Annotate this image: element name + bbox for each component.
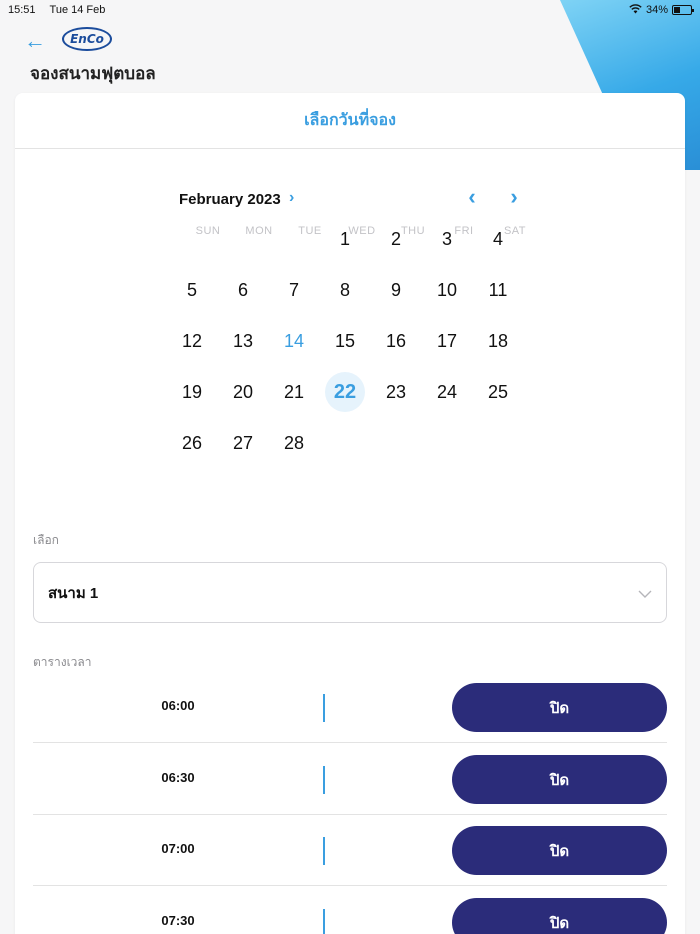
calendar-day[interactable]: 9: [376, 270, 416, 310]
calendar-day[interactable]: 28: [274, 423, 314, 463]
calendar-day[interactable]: 2: [376, 219, 416, 259]
battery-percent: 34%: [645, 4, 668, 16]
weekday-label: TUE: [298, 225, 322, 237]
field-select-dropdown[interactable]: สนาม 1: [33, 562, 667, 623]
calendar-day[interactable]: 16: [376, 321, 416, 361]
calendar-day[interactable]: 4: [478, 219, 518, 259]
calendar-day[interactable]: 21: [274, 372, 314, 412]
calendar-day-selected[interactable]: 22: [325, 372, 365, 412]
previous-month-icon[interactable]: ‹: [460, 185, 484, 209]
brand-logo: EnCo: [62, 27, 112, 51]
calendar: February 2023 › ‹ › SUN MON TUE WED THU …: [172, 185, 532, 454]
time-slot-status-button[interactable]: ปิด: [452, 755, 667, 804]
calendar-day[interactable]: 1: [325, 219, 365, 259]
weekday-label: MON: [245, 225, 273, 237]
status-date: Tue 14 Feb: [49, 4, 106, 16]
status-time: 15:51: [8, 4, 36, 16]
time-slot-divider: [323, 909, 325, 934]
time-slot-divider: [323, 837, 325, 865]
battery-icon: [672, 5, 694, 15]
page-title: จองสนามฟุตบอล: [30, 64, 156, 83]
time-slot-time: 07:30: [161, 913, 195, 928]
calendar-day[interactable]: 27: [223, 423, 263, 463]
calendar-day[interactable]: 6: [223, 270, 263, 310]
calendar-day[interactable]: 17: [427, 321, 467, 361]
calendar-day[interactable]: 23: [376, 372, 416, 412]
calendar-day[interactable]: 24: [427, 372, 467, 412]
status-bar: 15:51 Tue 14 Feb 34%: [0, 0, 700, 20]
logo-text: EnCo: [70, 32, 104, 46]
time-slot-time: 07:00: [161, 841, 195, 856]
calendar-day[interactable]: 10: [427, 270, 467, 310]
calendar-day[interactable]: 13: [223, 321, 263, 361]
time-slot-status-button[interactable]: ปิด: [452, 826, 667, 875]
time-slot-row: 07:30 ปิด: [33, 887, 667, 934]
calendar-day[interactable]: 7: [274, 270, 314, 310]
schedule-label: ตารางเวลา: [33, 655, 92, 669]
card-title: เลือกวันที่จอง: [15, 93, 685, 149]
calendar-day[interactable]: 8: [325, 270, 365, 310]
back-arrow-icon[interactable]: ←: [22, 28, 48, 54]
time-slot-divider: [323, 766, 325, 794]
month-picker-chevron-icon[interactable]: ›: [289, 189, 294, 207]
time-slot-status-button[interactable]: ปิด: [452, 683, 667, 732]
time-slot-row: 06:30 ปิด: [33, 744, 667, 815]
chevron-down-icon: [638, 585, 652, 601]
calendar-day[interactable]: 3: [427, 219, 467, 259]
calendar-day[interactable]: 20: [223, 372, 263, 412]
calendar-day[interactable]: 25: [478, 372, 518, 412]
field-select-label: เลือก: [33, 533, 59, 547]
calendar-day[interactable]: 12: [172, 321, 212, 361]
time-slot-time: 06:00: [161, 698, 195, 713]
next-month-icon[interactable]: ›: [502, 185, 526, 209]
weekday-label: SUN: [195, 225, 221, 237]
calendar-day[interactable]: 11: [478, 270, 518, 310]
calendar-day[interactable]: 15: [325, 321, 365, 361]
calendar-day[interactable]: 19: [172, 372, 212, 412]
time-slot-status-button[interactable]: ปิด: [452, 898, 667, 934]
calendar-day[interactable]: 14: [274, 321, 314, 361]
app-header: ← EnCo จองสนามฟุตบอล: [0, 24, 700, 90]
time-slot-time: 06:30: [161, 770, 195, 785]
calendar-day[interactable]: 26: [172, 423, 212, 463]
time-slot-row: 06:00 ปิด: [33, 672, 667, 743]
wifi-icon: [629, 3, 642, 17]
calendar-day[interactable]: 5: [172, 270, 212, 310]
month-label[interactable]: February 2023: [179, 191, 281, 208]
booking-card: เลือกวันที่จอง February 2023 › ‹ › SUN M…: [15, 93, 685, 934]
time-slot-divider: [323, 694, 325, 722]
calendar-day[interactable]: 18: [478, 321, 518, 361]
time-slot-row: 07:00 ปิด: [33, 815, 667, 886]
field-select-value: สนาม 1: [48, 584, 99, 602]
